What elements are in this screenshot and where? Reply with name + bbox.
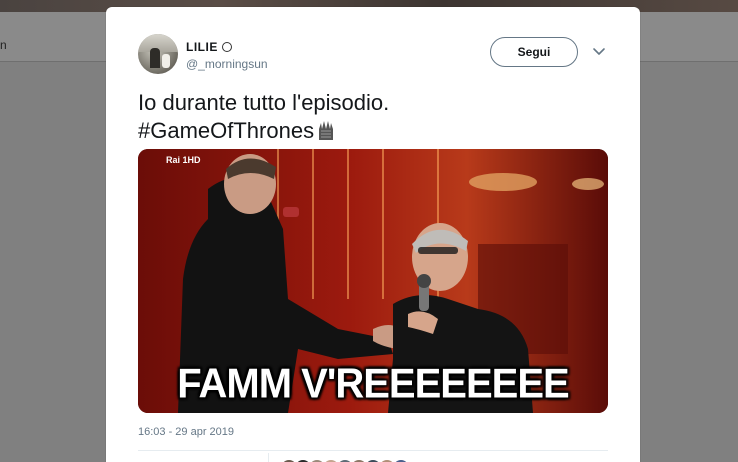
channel-logo: Rai 1HD xyxy=(166,155,201,165)
user-handle[interactable]: @_morningsun xyxy=(186,57,268,71)
tweet-text: Io durante tutto l'episodio. #GameOfThro… xyxy=(138,89,618,145)
tweet-media-gif[interactable]: Rai 1HD FAMM V'REEEEEEEE xyxy=(138,149,608,413)
tweet-card: LILIE @_morningsun Segui Io durante tutt… xyxy=(106,7,640,462)
avatar[interactable] xyxy=(138,34,178,74)
tweet-text-body: Io durante tutto l'episodio. #GameOfThro… xyxy=(138,90,390,143)
stats-separator xyxy=(268,453,269,462)
throne-icon xyxy=(319,121,334,140)
chevron-down-icon[interactable] xyxy=(592,45,606,59)
background-edge-text: n xyxy=(0,38,7,52)
display-name-text: LILIE xyxy=(186,40,218,54)
follow-button[interactable]: Segui xyxy=(490,37,578,67)
display-name[interactable]: LILIE xyxy=(186,40,232,54)
tweet-timestamp[interactable]: 16:03 - 29 apr 2019 xyxy=(138,426,234,438)
media-caption: FAMM V'REEEEEEEE xyxy=(177,360,569,408)
emoji-badge-icon xyxy=(221,42,232,52)
divider xyxy=(138,450,608,451)
